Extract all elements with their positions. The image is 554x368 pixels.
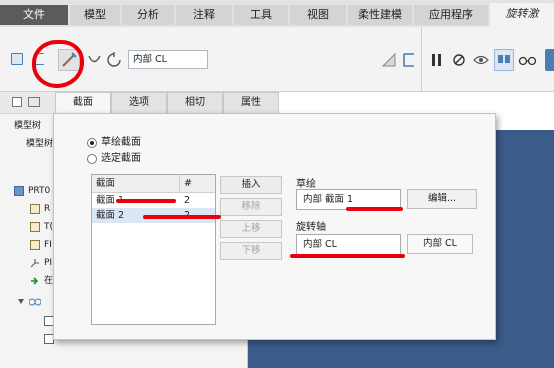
red-annotation-underline (346, 207, 403, 211)
open-folder-icon[interactable] (28, 97, 40, 107)
tab-annotate[interactable]: 注释 (176, 5, 232, 25)
tab-revolve[interactable]: 旋转激 (490, 3, 554, 27)
tree-item-revolve[interactable] (16, 294, 42, 308)
model-tree-sublabel: 模型树 (26, 139, 54, 149)
column-header-number: # (184, 178, 192, 189)
insert-button[interactable]: 插入 (220, 176, 282, 194)
angle-icon[interactable] (105, 51, 123, 69)
ok-button-edge[interactable] (545, 49, 554, 71)
axis-label: 旋转轴 (296, 222, 326, 233)
red-annotation-underline (116, 199, 176, 203)
axis-reference-field-panel[interactable]: 内部 CL (296, 234, 401, 255)
sketch-label: 草绘 (296, 179, 316, 190)
axis-reference-field[interactable]: 内部 CL (128, 50, 208, 69)
csys-icon (30, 258, 40, 268)
sections-table: 截面 # 截面 1 2 截面 2 2 (91, 174, 216, 325)
toolbar-divider (421, 27, 422, 91)
part-icon (14, 186, 24, 196)
tree-item-right[interactable]: R (30, 202, 50, 216)
column-header-section: 截面 (92, 175, 180, 193)
geometry-preview-icon[interactable] (472, 51, 490, 69)
tab-model[interactable]: 模型 (70, 5, 120, 25)
red-annotation-underline (290, 254, 405, 258)
edit-sketch-button[interactable]: 编辑... (407, 189, 477, 209)
tab-view[interactable]: 视图 (290, 5, 346, 25)
tab-options[interactable]: 选项 (111, 92, 167, 113)
move-up-button[interactable]: 上移 (220, 220, 282, 238)
glasses-icon[interactable] (518, 51, 537, 69)
new-folder-icon[interactable] (12, 97, 22, 107)
remove-button[interactable]: 移除 (220, 198, 282, 216)
sections-table-header: 截面 # (92, 175, 215, 193)
tree-item-part[interactable]: PRT0 (14, 184, 50, 198)
no-preview-icon[interactable] (450, 51, 468, 69)
model-tree-title: 模型树 (14, 121, 42, 131)
radio-button[interactable] (87, 154, 97, 164)
tree-item-csys[interactable]: PI (30, 256, 52, 270)
tab-file[interactable]: 文件 (0, 5, 68, 25)
expand-arrow-icon (16, 296, 26, 306)
tab-sections[interactable]: 截面 (55, 92, 111, 114)
tab-applications[interactable]: 应用程序 (414, 5, 488, 25)
plane-icon (30, 204, 40, 214)
ribbon-tab-bar: 文件 模型 分析 注释 工具 视图 柔性建模 应用程序 旋转激 (0, 0, 554, 27)
tab-flexible-modeling[interactable]: 柔性建模 (348, 5, 412, 25)
revolve-feature-icon (28, 296, 42, 306)
tab-tools[interactable]: 工具 (234, 5, 288, 25)
thicken-icon[interactable] (400, 51, 418, 69)
tree-item-insert-here[interactable]: 在 (30, 274, 53, 288)
verify-icon[interactable] (494, 49, 514, 71)
plane-icon (30, 222, 40, 232)
tab-analysis[interactable]: 分析 (122, 5, 174, 25)
flip-icon[interactable] (86, 51, 104, 69)
plane-icon (30, 240, 40, 250)
internal-axis-button[interactable]: 内部 CL (407, 234, 473, 254)
insert-arrow-icon (30, 276, 40, 286)
tab-tangency[interactable]: 相切 (167, 92, 223, 113)
tab-properties[interactable]: 属性 (223, 92, 279, 113)
solid-icon[interactable] (9, 50, 27, 68)
pause-icon[interactable] (428, 51, 446, 69)
move-down-button[interactable]: 下移 (220, 242, 282, 260)
tree-item-top[interactable]: T( (30, 220, 53, 234)
red-annotation-underline (143, 215, 221, 219)
radio-button[interactable] (87, 138, 97, 148)
remove-material-icon[interactable] (380, 51, 398, 69)
sections-panel: 草绘截面 选定截面 截面 # 截面 1 2 截面 2 2 插入 移除 上移 下移… (53, 113, 496, 340)
tree-item-front[interactable]: FI (30, 238, 52, 252)
